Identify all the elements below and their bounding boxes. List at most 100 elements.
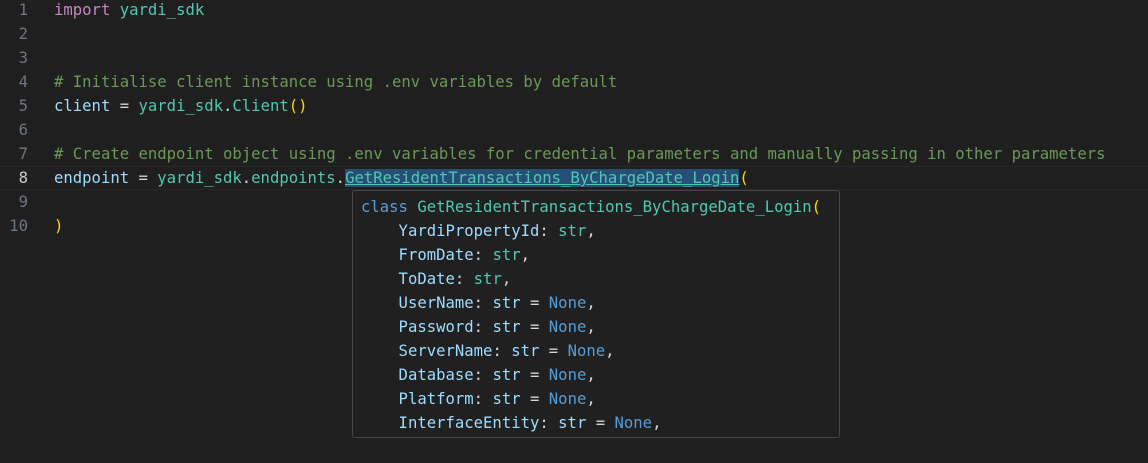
code-token: Client: [232, 97, 289, 115]
signature-token: None: [548, 390, 587, 408]
code-token: client: [54, 97, 111, 115]
code-token: =: [110, 97, 139, 115]
signature-token: :: [473, 390, 493, 408]
line-number: 6: [18, 121, 28, 139]
line-code[interactable]: client = yardi_sdk.Client(): [54, 94, 308, 118]
signature-param: Password: str = None,: [361, 315, 596, 339]
signature-param: InterfaceEntity: str = None,: [361, 411, 662, 435]
signature-token: :: [473, 318, 493, 336]
line-number: 3: [18, 49, 28, 67]
code-token: import: [54, 1, 111, 19]
signature-header: class GetResidentTransactions_ByChargeDa…: [361, 195, 821, 219]
signature-token: str: [473, 270, 502, 288]
line-code[interactable]: # Create endpoint object using .env vari…: [54, 142, 1105, 166]
signature-token: Platform: [361, 390, 474, 408]
signature-token: UserName: [361, 294, 474, 312]
signature-token: ,: [586, 366, 596, 384]
signature-token: ,: [586, 390, 596, 408]
line-code[interactable]: # Initialise client instance using .env …: [54, 70, 617, 94]
signature-param: Platform: str = None,: [361, 387, 596, 411]
signature-token: ,: [520, 246, 531, 264]
line-code[interactable]: import yardi_sdk: [54, 0, 204, 22]
signature-param: FromDate: str,: [361, 243, 530, 267]
signature-token: FromDate: [361, 246, 474, 264]
code-token: .: [241, 169, 252, 187]
line-number: 4: [18, 73, 28, 91]
signature-param: UserName: str = None,: [361, 291, 596, 315]
signature-token: Database: [361, 366, 474, 384]
line-number: 9: [18, 193, 28, 211]
signature-token: ToDate: [361, 270, 455, 288]
signature-token: ,: [586, 222, 596, 240]
code-token: .: [223, 97, 233, 115]
signature-param: YardiPropertyId: str,: [361, 219, 596, 243]
code-token: =: [129, 169, 158, 187]
code-line[interactable]: 2: [0, 22, 1148, 46]
signature-token: YardiPropertyId: [361, 222, 540, 240]
signature-token: ,: [605, 342, 615, 360]
signature-token: str: [492, 318, 521, 336]
signature-token: InterfaceEntity: [361, 414, 540, 432]
signature-token: =: [520, 390, 549, 408]
signature-token: =: [539, 342, 568, 360]
code-token: endpoints: [251, 169, 336, 187]
signature-token: :: [454, 270, 474, 288]
signature-token: class: [361, 198, 408, 216]
signature-token: =: [520, 294, 549, 312]
hovered-class-name[interactable]: GetResidentTransactions_ByChargeDate_Log…: [345, 169, 740, 187]
signature-token: ,: [586, 318, 596, 336]
code-token: # Create endpoint object using .env vari…: [54, 145, 1106, 163]
signature-token: None: [614, 414, 653, 432]
code-line[interactable]: 4 # Initialise client instance using .env…: [0, 70, 1148, 94]
code-token: (: [739, 169, 749, 187]
signature-token: ,: [501, 270, 512, 288]
code-token: endpoint: [54, 169, 130, 187]
signature-token: Password: [361, 318, 474, 336]
signature-param: ServerName: str = None,: [361, 339, 615, 363]
code-token: yardi_sdk: [157, 169, 242, 187]
hover-tooltip: class GetResidentTransactions_ByChargeDa…: [352, 190, 840, 438]
signature-token: [408, 198, 417, 216]
code-token: yardi_sdk: [138, 97, 224, 115]
line-number: 10: [9, 217, 28, 235]
signature-token: ServerName: [361, 342, 493, 360]
signature-token: None: [548, 366, 587, 384]
signature-token: str: [558, 222, 587, 240]
signature-token: =: [520, 366, 549, 384]
signature-token: str: [558, 414, 587, 432]
code-line[interactable]: 1 import yardi_sdk: [0, 0, 1148, 22]
signature-token: ,: [586, 294, 596, 312]
signature-token: :: [473, 366, 493, 384]
signature-token: str: [492, 366, 521, 384]
signature-token: =: [520, 318, 549, 336]
line-number: 8: [18, 169, 28, 187]
signature-token: :: [492, 342, 512, 360]
signature-token: (: [811, 198, 822, 216]
signature-param: ToDate: str,: [361, 267, 512, 291]
signature-token: :: [473, 294, 493, 312]
line-number: 1: [18, 1, 28, 19]
signature-token: str: [492, 390, 521, 408]
signature-token: str: [492, 294, 521, 312]
code-token: .: [335, 169, 346, 187]
signature-token: :: [473, 246, 493, 264]
code-line[interactable]: 5 client = yardi_sdk.Client(): [0, 94, 1148, 118]
signature-token: ,: [652, 414, 662, 432]
code-line[interactable]: 3: [0, 46, 1148, 70]
signature-token: :: [539, 414, 559, 432]
code-token: ): [54, 217, 64, 235]
signature-token: str: [511, 342, 540, 360]
signature-token: None: [548, 294, 587, 312]
code-line[interactable]: 8 endpoint = yardi_sdk.endpoints.GetResid…: [0, 166, 1148, 190]
signature-token: GetResidentTransactions_ByChargeDate_Log…: [417, 198, 812, 216]
signature-token: None: [567, 342, 606, 360]
line-number: 5: [18, 97, 28, 115]
signature-token: :: [539, 222, 559, 240]
line-code[interactable]: ): [54, 214, 63, 238]
line-code[interactable]: endpoint = yardi_sdk.endpoints.GetReside…: [54, 167, 749, 189]
code-line[interactable]: 6: [0, 118, 1148, 142]
line-number: 2: [18, 25, 28, 43]
code-line[interactable]: 7 # Create endpoint object using .env var…: [0, 142, 1148, 166]
code-token: yardi_sdk: [119, 1, 205, 19]
